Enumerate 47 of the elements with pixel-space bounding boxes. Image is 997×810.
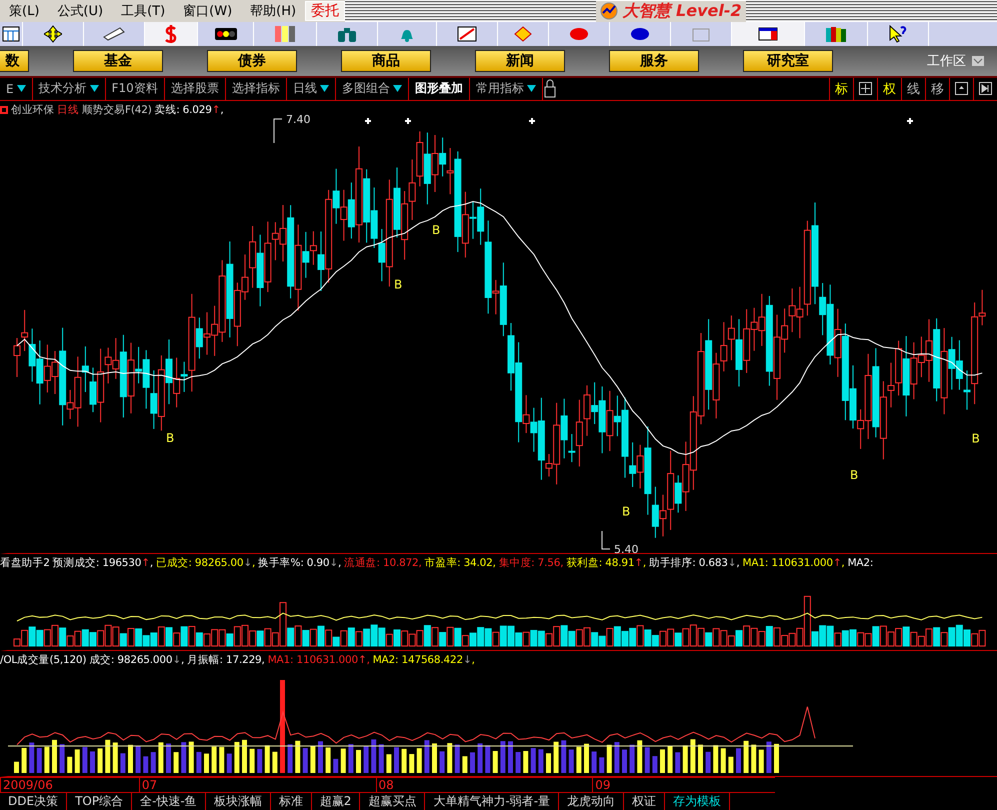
nav-button[interactable]: 新闻 <box>475 50 565 72</box>
indicator-value: MA1: 110631.000↑, <box>268 654 370 666</box>
indicator-value: 已成交: 98265.00↓, <box>156 556 256 570</box>
indicator-value: 预测成交: 196530↑, <box>52 556 153 570</box>
nav-button[interactable]: 数 <box>0 50 29 72</box>
indicator-value: 成交: 98265.000↓, <box>89 652 184 667</box>
axis-label: 09 <box>592 778 775 792</box>
menu-item[interactable]: 窗口(W) <box>174 2 242 20</box>
indicator-name: 顺势交易F(42) <box>82 102 152 116</box>
workspace-label[interactable]: 工作区 <box>927 52 966 70</box>
menu-item[interactable]: 帮助(H) <box>241 2 306 20</box>
indicator-value: 助手排序: 0.683↓, <box>649 556 740 570</box>
buy-marker: B <box>850 468 858 482</box>
indicator-value: MA2: <box>848 557 874 570</box>
trade-button[interactable]: 委托 <box>305 1 346 21</box>
indicator-value: 流通盘: 10.872, <box>344 556 422 570</box>
nav-button[interactable]: 商品 <box>341 50 431 72</box>
indicator-value: MA1: 110631.000↑, <box>742 557 845 570</box>
axis-label: 08 <box>376 778 592 792</box>
stock-name: 创业环保 <box>11 102 54 116</box>
nav-button[interactable]: 研究室 <box>743 50 833 72</box>
menu-item[interactable]: 工具(T) <box>112 2 174 20</box>
nav-button[interactable]: 债券 <box>207 50 297 72</box>
nav-button[interactable]: 服务 <box>609 50 699 72</box>
indicator-value: 换手率%: 0.90↓, <box>258 556 342 570</box>
indicator-value: 月振幅: 17.229, <box>187 652 265 667</box>
price-label: 7.40 <box>286 112 310 126</box>
indicator-value: 集中度: 7.56, <box>498 556 564 570</box>
buy-marker: B <box>394 277 402 291</box>
pane-title: /OL成交量(5,120) <box>0 652 86 667</box>
app-title: 大智慧 Level-2 <box>596 0 746 22</box>
buy-marker: B <box>972 431 980 446</box>
period-label: 日线 <box>57 102 79 116</box>
axis-label: 07 <box>138 778 376 792</box>
pane-title: 看盘助手2 <box>0 556 50 570</box>
nav-button[interactable]: 基金 <box>73 50 163 72</box>
indicator-value: 市盈率: 34.02, <box>424 556 496 570</box>
price-label: 5.40 <box>614 542 638 556</box>
buy-marker: B <box>166 430 174 444</box>
menu-item[interactable]: 公式(U) <box>48 2 112 20</box>
sell-line-value: 卖线: 6.029↑, <box>154 102 224 116</box>
indicator-value: MA2: 147568.422↓, <box>372 654 475 666</box>
indicator-value: 获利盘: 48.91↑, <box>566 556 646 570</box>
menu-item[interactable]: 策(L) <box>0 2 48 20</box>
buy-marker: B <box>622 504 630 518</box>
axis-label: 2009/06 <box>0 778 139 792</box>
buy-marker: B <box>432 222 440 236</box>
